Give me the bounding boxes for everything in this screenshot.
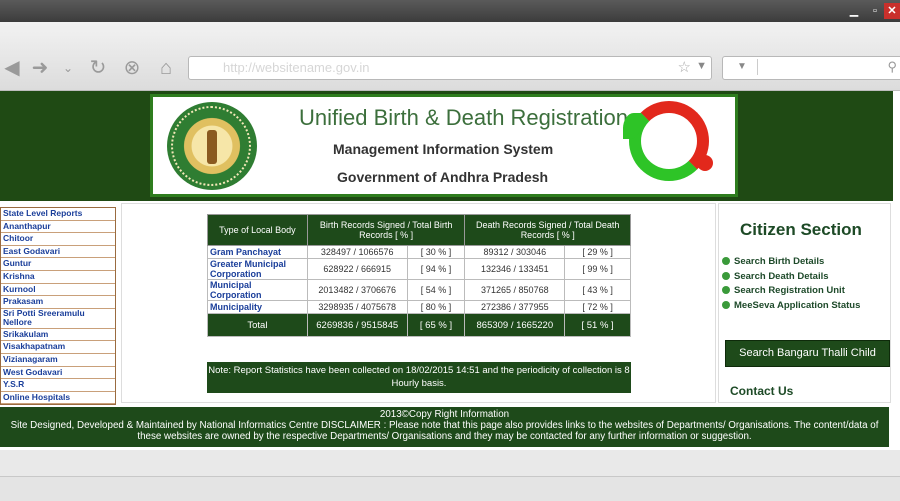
search-bangaru-thalli-button[interactable]: Search Bangaru Thalli Child xyxy=(725,340,890,367)
col-header-birth: Birth Records Signed / Total Birth Recor… xyxy=(306,214,466,246)
table-row: Greater Municipal Corporation 628922 / 66… xyxy=(207,258,631,280)
back-icon[interactable]: ◀ xyxy=(0,57,24,79)
sidebar-item-srikakulam[interactable]: Srikakulam xyxy=(1,329,115,342)
minimize-icon[interactable]: ▁ xyxy=(845,3,863,19)
site-footer: 2013©Copy Right Information Site Designe… xyxy=(0,407,889,447)
citizen-link-meeseva[interactable]: MeeSeva Application Status xyxy=(722,299,860,314)
sidebar-item-chitoor[interactable]: Chitoor xyxy=(1,233,115,246)
row-death-pct-cell: [ 43 % ] xyxy=(564,279,631,301)
citizen-link-registration-unit[interactable]: Search Registration Unit xyxy=(722,284,860,299)
total-birth-pct-cell: [ 65 % ] xyxy=(406,313,466,337)
row-birth-cell: 2013482 / 3706676 xyxy=(306,279,408,301)
sidebar-item-nellore[interactable]: Sri Potti Sreeramulu Nellore xyxy=(1,308,115,329)
sidebar-item-ananthapur[interactable]: Ananthapur xyxy=(1,221,115,234)
total-death-pct-cell: [ 51 % ] xyxy=(564,313,631,337)
close-icon[interactable]: ✕ xyxy=(884,3,900,19)
citizen-link-birth[interactable]: Search Birth Details xyxy=(722,255,860,270)
total-death-cell: 865309 / 1665220 xyxy=(464,313,566,337)
table-row: Municipal Corporation 2013482 / 3706676[ … xyxy=(207,279,631,301)
window-titlebar: ▁ ▫ ✕ xyxy=(0,0,900,22)
sidebar-item-east-godavari[interactable]: East Godavari xyxy=(1,246,115,259)
reload-icon[interactable]: ↻ xyxy=(86,57,110,79)
row-birth-pct-cell: [ 54 % ] xyxy=(406,279,466,301)
row-death-cell: 272386 / 377955 xyxy=(464,300,566,314)
header-band: Unified Birth & Death Registration Manag… xyxy=(0,91,893,201)
browser-toolbar: ◀ ➜ ⌄ ↻ ⊗ ⌂ http://websitename.gov.in ☆ … xyxy=(0,22,900,91)
citizen-link-death[interactable]: Search Death Details xyxy=(722,270,860,285)
district-nav: State Level Reports Ananthapur Chitoor E… xyxy=(0,207,116,406)
site-banner: Unified Birth & Death Registration Manag… xyxy=(150,94,738,197)
row-birth-cell: 628922 / 666915 xyxy=(306,258,408,280)
bullet-icon xyxy=(722,300,730,309)
banner-subtitle: Management Information System xyxy=(333,141,554,157)
sidebar-item-ysr[interactable]: Y.S.R xyxy=(1,379,115,392)
contact-us-link[interactable]: Contact Us xyxy=(730,384,793,398)
bookmark-star-icon[interactable]: ☆ xyxy=(678,58,691,76)
search-engine-icon[interactable]: ▼ xyxy=(727,59,758,75)
col-header-death: Death Records Signed / Total Death Recor… xyxy=(464,214,631,246)
history-dropdown-icon[interactable]: ⌄ xyxy=(56,57,80,79)
row-birth-pct-cell: [ 94 % ] xyxy=(406,258,466,280)
table-header-row: Type of Local Body Birth Records Signed /… xyxy=(207,214,631,246)
address-text: http://websitename.gov.in xyxy=(223,60,370,75)
row-death-pct-cell: [ 99 % ] xyxy=(564,258,631,280)
sidebar-item-prakasam[interactable]: Prakasam xyxy=(1,296,115,309)
row-birth-cell: 328497 / 1066576 xyxy=(306,245,408,259)
row-birth-pct-cell: [ 30 % ] xyxy=(406,245,466,259)
sidebar-item-west-godavari[interactable]: West Godavari xyxy=(1,367,115,380)
sidebar-item-kurnool[interactable]: Kurnool xyxy=(1,284,115,297)
sidebar-item-state-reports[interactable]: State Level Reports xyxy=(1,208,115,221)
banner-title: Unified Birth & Death Registration xyxy=(299,105,628,130)
col-header-type: Type of Local Body xyxy=(207,214,308,246)
table-total-row: Total 6269836 / 9515845[ 65 % ] 865309 / 1… xyxy=(207,313,631,337)
browser-status-bar xyxy=(0,476,900,501)
citizen-heading: Citizen Section xyxy=(740,220,862,239)
search-box[interactable]: ▼ ⚲ xyxy=(722,56,900,80)
row-birth-pct-cell: [ 80 % ] xyxy=(406,300,466,314)
home-icon[interactable]: ⌂ xyxy=(154,57,178,79)
address-dropdown-icon[interactable]: ▼ xyxy=(696,60,707,72)
bullet-icon xyxy=(722,286,730,294)
footer-copyright: 2013©Copy Right Information xyxy=(379,409,510,420)
citizen-links: Search Birth Details Search Death Detail… xyxy=(722,255,860,313)
banner-government: Government of Andhra Pradesh xyxy=(337,169,549,185)
row-type-cell[interactable]: Municipality xyxy=(207,300,308,314)
row-type-cell[interactable]: Gram Panchayat xyxy=(207,245,308,259)
sidebar-item-vizianagaram[interactable]: Vizianagaram xyxy=(1,354,115,367)
row-death-cell: 371265 / 850768 xyxy=(464,279,566,301)
footer-disclaimer: Site Designed, Developed & Maintained by… xyxy=(10,420,879,442)
row-death-cell: 89312 / 303046 xyxy=(464,245,566,259)
stop-icon[interactable]: ⊗ xyxy=(120,57,144,79)
row-death-pct-cell: [ 29 % ] xyxy=(564,245,631,259)
bullet-icon xyxy=(722,257,730,265)
forward-icon[interactable]: ➜ xyxy=(28,57,52,79)
table-row: Gram Panchayat 328497 / 1066576[ 30 % ] 89… xyxy=(207,245,631,259)
page-content: Unified Birth & Death Registration Manag… xyxy=(0,91,900,450)
sidebar-item-visakhapatnam[interactable]: Visakhapatnam xyxy=(1,341,115,354)
bullet-icon xyxy=(722,271,730,280)
statistics-table: Type of Local Body Birth Records Signed /… xyxy=(207,214,631,337)
address-bar[interactable]: http://websitename.gov.in ☆ ▼ xyxy=(188,56,712,80)
row-type-cell[interactable]: Municipal Corporation xyxy=(207,279,308,301)
maximize-icon[interactable]: ▫ xyxy=(866,3,884,19)
total-birth-cell: 6269836 / 9515845 xyxy=(306,313,408,337)
government-emblem-icon xyxy=(167,102,257,190)
row-death-pct-cell: [ 72 % ] xyxy=(564,300,631,314)
sidebar-item-krishna[interactable]: Krishna xyxy=(1,271,115,284)
sidebar-item-guntur[interactable]: Guntur xyxy=(1,258,115,271)
total-label-cell: Total xyxy=(207,313,308,337)
search-icon[interactable]: ⚲ xyxy=(887,59,897,75)
table-row: Municipality 3298935 / 4075678[ 80 % ] 272… xyxy=(207,300,631,314)
row-death-cell: 132346 / 133451 xyxy=(464,258,566,280)
row-type-cell[interactable]: Greater Municipal Corporation xyxy=(207,258,308,280)
row-birth-cell: 3298935 / 4075678 xyxy=(306,300,408,314)
sidebar-item-online-hospitals[interactable]: Online Hospitals xyxy=(1,392,115,405)
report-note: Note: Report Statistics have been collec… xyxy=(207,362,631,393)
